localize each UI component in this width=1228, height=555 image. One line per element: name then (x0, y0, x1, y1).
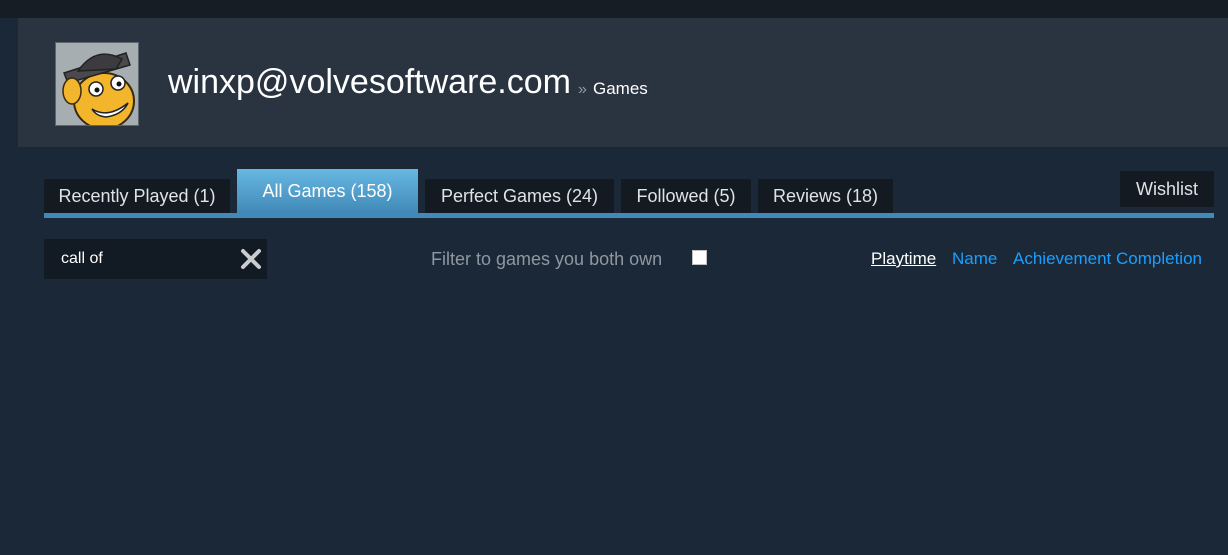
breadcrumb-current: Games (593, 79, 648, 98)
wishlist-button[interactable]: Wishlist (1120, 171, 1214, 207)
sort-achievement-link[interactable]: Achievement Completion (1013, 249, 1202, 269)
breadcrumb-separator: » (578, 81, 587, 98)
search-input[interactable] (56, 239, 236, 279)
close-x-icon[interactable] (240, 248, 262, 270)
tab-recently-played[interactable]: Recently Played (1) (44, 179, 230, 213)
tab-reviews[interactable]: Reviews (18) (758, 179, 893, 213)
avatar-image (56, 43, 138, 125)
profile-header: winxp@volvesoftware.com » Games (18, 18, 1228, 147)
profile-name[interactable]: winxp@volvesoftware.com (168, 62, 571, 102)
filter-checkbox[interactable] (692, 250, 707, 265)
sort-playtime-link[interactable]: Playtime (871, 249, 936, 269)
top-bar (0, 0, 1228, 18)
tabs-underline (44, 213, 1214, 218)
sort-name-link[interactable]: Name (952, 249, 997, 269)
tab-followed[interactable]: Followed (5) (621, 179, 751, 213)
search-box (44, 239, 267, 279)
tab-all-games[interactable]: All Games (158) (237, 169, 418, 213)
avatar[interactable] (55, 42, 139, 126)
filter-label: Filter to games you both own (431, 249, 663, 269)
tab-perfect-games[interactable]: Perfect Games (24) (425, 179, 614, 213)
